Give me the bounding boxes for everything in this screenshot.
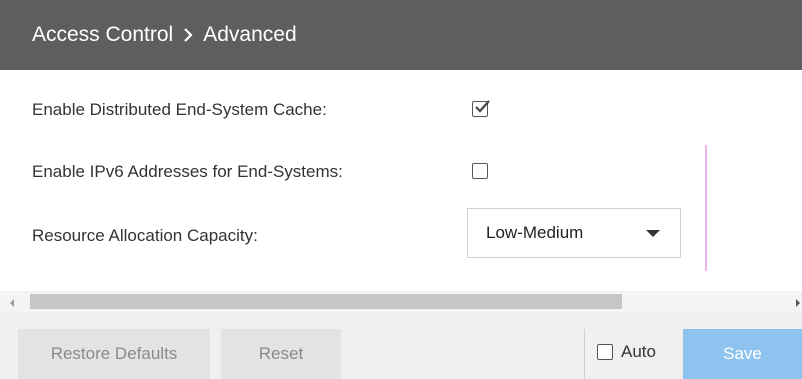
capacity-label: Resource Allocation Capacity:: [32, 226, 258, 245]
chevron-down-icon: [646, 230, 660, 237]
ipv6-label: Enable IPv6 Addresses for End-Systems:: [32, 162, 343, 181]
scrollbar-thumb[interactable]: [30, 294, 622, 309]
auto-checkbox[interactable]: [597, 344, 613, 360]
horizontal-scrollbar[interactable]: [0, 291, 802, 313]
divider-line: [705, 145, 707, 271]
restore-defaults-button[interactable]: Restore Defaults: [18, 329, 210, 379]
auto-label: Auto: [621, 342, 656, 361]
distributed-cache-checkbox[interactable]: [472, 100, 490, 117]
checkmark-icon: [475, 100, 490, 113]
chevron-right-icon: [183, 27, 193, 43]
distributed-cache-label: Enable Distributed End-System Cache:: [32, 100, 327, 119]
breadcrumb-advanced: Advanced: [203, 23, 297, 46]
ipv6-checkbox[interactable]: [472, 163, 488, 179]
reset-button[interactable]: Reset: [221, 329, 341, 379]
scroll-right-icon[interactable]: [796, 299, 800, 307]
page-header: Access Control Advanced: [0, 0, 802, 70]
capacity-select-value: Low-Medium: [486, 223, 584, 242]
footer-toolbar: Restore Defaults Reset Auto Save: [0, 313, 802, 379]
settings-panel: Enable Distributed End-System Cache: Ena…: [0, 70, 802, 290]
save-button[interactable]: Save: [683, 329, 802, 379]
scroll-left-icon[interactable]: [10, 299, 14, 307]
breadcrumb-access-control[interactable]: Access Control: [32, 23, 173, 47]
toolbar-divider: [584, 329, 585, 379]
capacity-select[interactable]: Low-Medium: [467, 208, 681, 258]
